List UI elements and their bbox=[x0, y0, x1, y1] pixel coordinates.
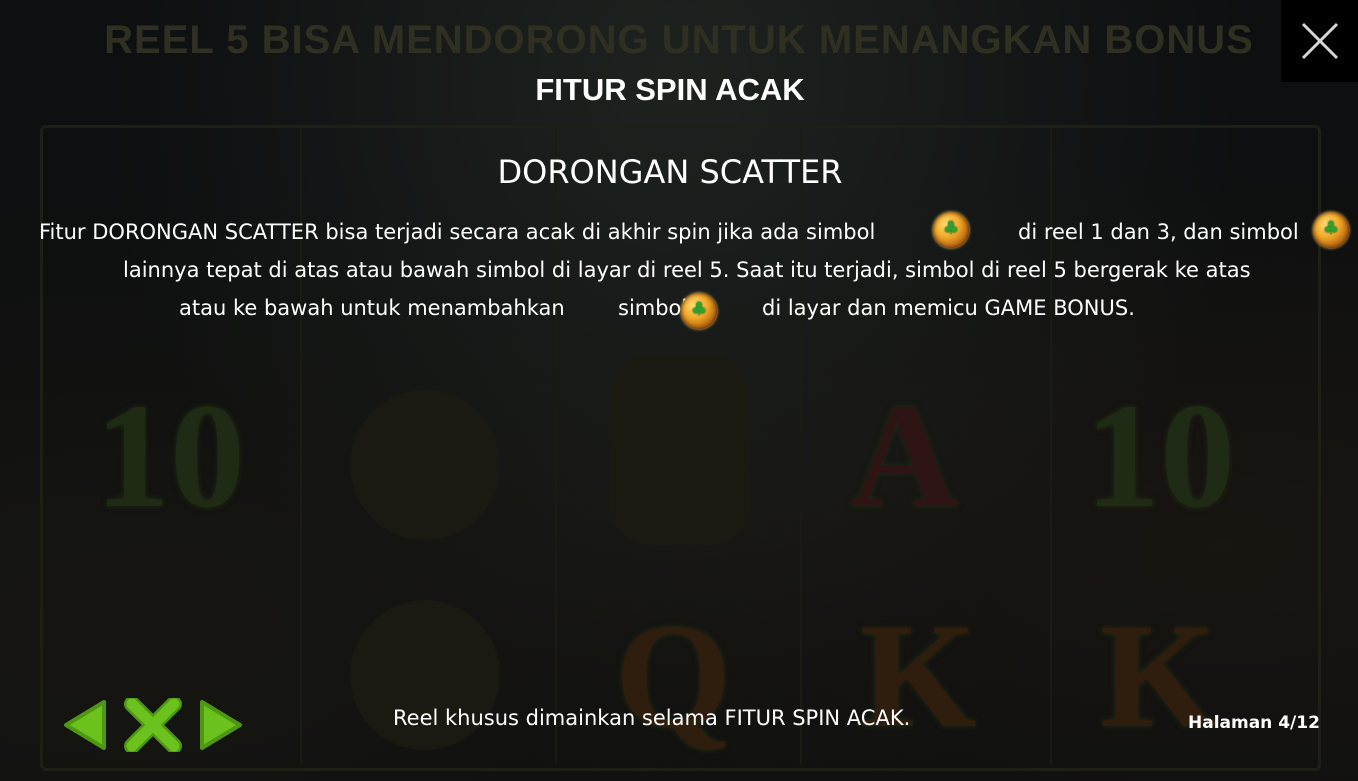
page-indicator: Halaman 4/12 bbox=[1188, 713, 1320, 733]
ghost-symbol-a: A bbox=[850, 373, 959, 539]
ghost-symbol-pipe bbox=[350, 390, 500, 540]
paragraph-line-3a: atau ke bawah untuk menambahkan bbox=[179, 296, 565, 320]
ghost-symbol-beer bbox=[610, 355, 750, 545]
ghost-symbol-q: Q bbox=[615, 593, 732, 759]
arrow-right-icon bbox=[200, 700, 242, 750]
pot-of-gold-icon bbox=[1313, 212, 1349, 248]
pot-of-gold-icon bbox=[933, 212, 969, 248]
paragraph-line-1a: Fitur DORONGAN SCATTER bisa terjadi seca… bbox=[39, 220, 876, 244]
close-menu-button[interactable] bbox=[124, 696, 182, 756]
next-page-button[interactable] bbox=[198, 698, 246, 756]
pot-of-gold-icon bbox=[681, 293, 717, 329]
ghost-symbol-10: 10 bbox=[1085, 373, 1235, 539]
ghost-symbol-k: K bbox=[1100, 593, 1217, 759]
paragraph-line-2: lainnya tepat di atas atau bawah simbol … bbox=[123, 258, 1251, 282]
arrow-left-icon bbox=[64, 700, 106, 750]
paragraph-line-3b: simbol bbox=[618, 296, 688, 320]
page-title: FITUR SPIN ACAK bbox=[535, 72, 805, 107]
ghost-symbol-10: 10 bbox=[95, 373, 245, 539]
paragraph-line-1b: di reel 1 dan 3, dan simbol bbox=[1018, 220, 1299, 244]
background-banner: REEL 5 BISA MENDORONG UNTUK MENANGKAN BO… bbox=[104, 18, 1254, 62]
ghost-symbol-k: K bbox=[860, 593, 977, 759]
game-background: REEL 5 BISA MENDORONG UNTUK MENANGKAN BO… bbox=[0, 0, 1358, 781]
footer-text: Reel khusus dimainkan selama FITUR SPIN … bbox=[393, 706, 911, 730]
section-title: DORONGAN SCATTER bbox=[497, 153, 843, 191]
x-icon bbox=[124, 696, 182, 754]
prev-page-button[interactable] bbox=[60, 698, 108, 756]
paragraph-line-3c: di layar dan memicu GAME BONUS. bbox=[762, 296, 1135, 320]
close-icon bbox=[1301, 22, 1338, 60]
close-button[interactable] bbox=[1281, 0, 1358, 82]
